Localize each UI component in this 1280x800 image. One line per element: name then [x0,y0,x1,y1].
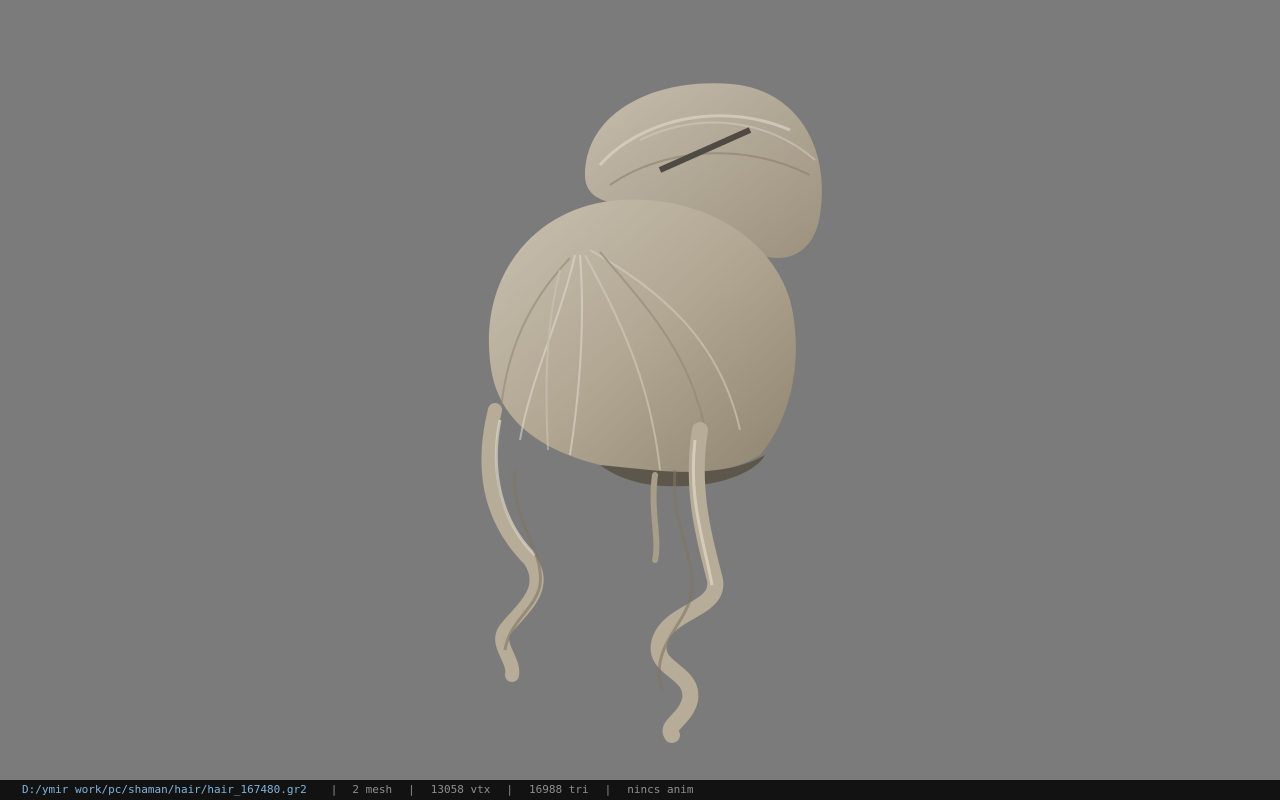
status-bar: D:/ymir work/pc/shaman/hair/hair_167480.… [0,780,1280,800]
separator: | [604,783,612,796]
triangle-count: 16988 tri [529,783,589,796]
separator: | [506,783,514,796]
separator: | [408,783,415,796]
mesh-count: 2 mesh [352,783,393,796]
vertex-count: 13058 vtx [430,783,491,796]
3d-viewport[interactable] [0,0,1280,780]
animation-status: nincs anim [627,783,694,796]
separator: | [330,783,338,796]
hair-model [481,83,822,743]
file-path: D:/ymir work/pc/shaman/hair/hair_167480.… [22,783,307,796]
